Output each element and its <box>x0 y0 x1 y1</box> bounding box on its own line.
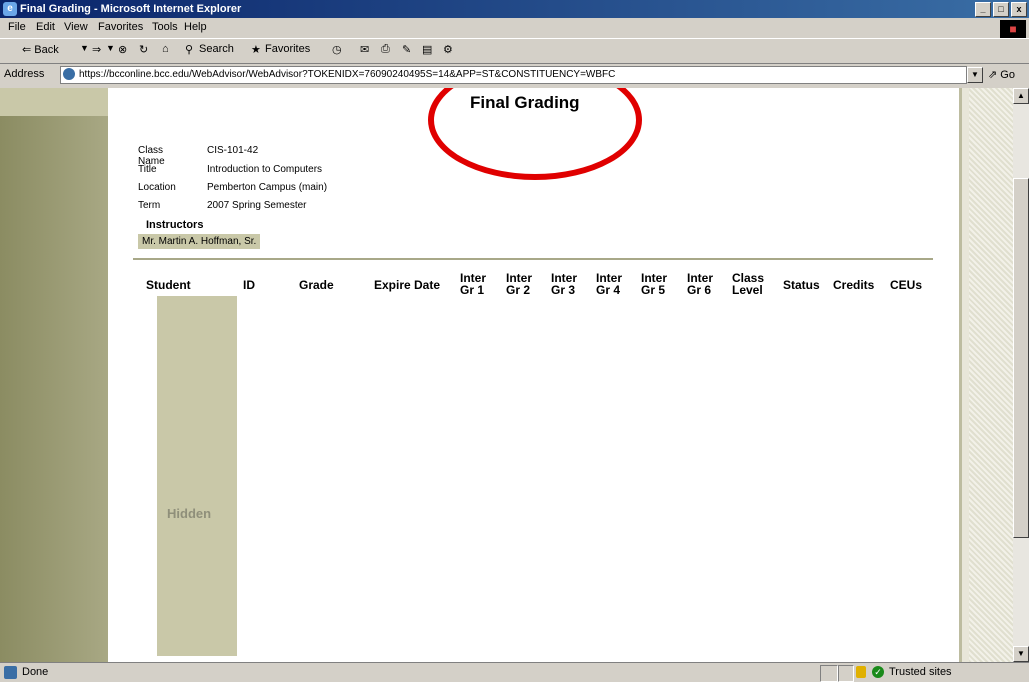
back-dropdown-icon[interactable]: ▼ <box>80 43 89 53</box>
address-label: Address <box>4 68 45 80</box>
menu-favorites[interactable]: Favorites <box>98 21 143 33</box>
menu-bar: File Edit View Favorites Tools Help <box>0 18 1029 39</box>
favorites-button[interactable]: Favorites <box>265 43 310 55</box>
minimize-button[interactable]: _ <box>975 2 991 17</box>
windows-logo-icon: ■ <box>1000 20 1026 38</box>
address-bar: Address https://bcconline.bcc.edu/WebAdv… <box>0 64 1029 86</box>
col-status: Status <box>783 278 820 292</box>
right-decorative-band <box>959 88 1013 662</box>
refresh-icon[interactable]: ↻ <box>139 43 148 56</box>
maximize-button[interactable]: □ <box>993 2 1009 17</box>
vertical-scrollbar[interactable]: ▲ ▼ <box>1013 88 1029 662</box>
instructor-name: Mr. Martin A. Hoffman, Sr. <box>138 234 261 249</box>
home-icon[interactable]: ⌂ <box>162 43 169 55</box>
mail-icon[interactable]: ✉ <box>360 43 369 56</box>
status-panel <box>820 665 838 682</box>
print-icon[interactable]: ⎙ <box>381 43 390 56</box>
col-student: Student <box>146 278 191 292</box>
ie-icon: e <box>3 2 17 16</box>
go-button[interactable]: ⇗ Go <box>988 68 1015 81</box>
col-grade: Grade <box>299 278 334 292</box>
col-inter-gr-3: Inter Gr 3 <box>551 271 578 297</box>
col-inter-gr-2: Inter Gr 2 <box>506 271 533 297</box>
go-label: Go <box>1000 69 1015 81</box>
col-expire-date: Expire Date <box>374 278 441 292</box>
menu-edit[interactable]: Edit <box>36 21 55 33</box>
zone-text: Trusted sites <box>889 666 952 678</box>
hidden-label: Hidden <box>167 506 212 521</box>
left-decorative-band <box>0 88 108 662</box>
address-input[interactable]: https://bcconline.bcc.edu/WebAdvisor/Web… <box>60 66 967 84</box>
hidden-redaction: Hidden <box>157 296 237 656</box>
trusted-zone-icon: ✓ <box>872 666 884 678</box>
favorites-icon[interactable]: ★ <box>251 43 261 56</box>
stop-icon[interactable]: ⊗ <box>118 43 127 56</box>
menu-view[interactable]: View <box>64 21 88 33</box>
scroll-down-icon[interactable]: ▼ <box>1013 646 1029 662</box>
scroll-up-icon[interactable]: ▲ <box>1013 88 1029 104</box>
back-button[interactable]: ⇐ Back <box>22 43 59 56</box>
title-bar: e Final Grading - Microsoft Internet Exp… <box>0 0 1029 18</box>
close-button[interactable]: x <box>1011 2 1027 17</box>
instructors-heading: Instructors <box>146 219 204 231</box>
messenger-icon[interactable]: ⚙ <box>443 43 453 56</box>
menu-file[interactable]: File <box>8 21 26 33</box>
col-inter-gr-1: Inter Gr 1 <box>460 271 487 297</box>
page-done-icon <box>4 666 17 679</box>
col-id: ID <box>243 278 255 292</box>
menu-tools[interactable]: Tools <box>152 21 178 33</box>
toolbar: ⇐ Back ▼ ⇒ ▼ ⊗ ↻ ⌂ ⚲ Search ★ Favorites … <box>0 39 1029 64</box>
page-icon <box>63 68 75 81</box>
history-icon[interactable]: ◷ <box>332 43 342 56</box>
search-icon[interactable]: ⚲ <box>185 43 193 56</box>
edit-icon[interactable]: ✎ <box>402 43 411 56</box>
forward-dropdown-icon[interactable]: ▼ <box>106 43 115 53</box>
search-button[interactable]: Search <box>199 43 234 55</box>
page-viewport: Final Grading Class Name CIS-101-42 Title… <box>0 88 1013 662</box>
divider <box>133 258 933 260</box>
status-panel <box>838 665 854 682</box>
col-ceus: CEUs <box>890 278 923 292</box>
discuss-icon[interactable]: ▤ <box>422 43 432 56</box>
scroll-thumb[interactable] <box>1013 178 1029 538</box>
go-arrow-icon: ⇗ <box>988 69 998 81</box>
window-title: Final Grading - Microsoft Internet Explo… <box>20 3 242 15</box>
col-class-level: Class Level <box>732 271 765 297</box>
col-inter-gr-4: Inter Gr 4 <box>596 271 623 297</box>
address-dropdown-icon[interactable]: ▼ <box>967 67 983 83</box>
status-text: Done <box>22 666 49 678</box>
col-credits: Credits <box>833 278 875 292</box>
address-url: https://bcconline.bcc.edu/WebAdvisor/Web… <box>79 69 616 80</box>
forward-button[interactable]: ⇒ <box>92 43 101 56</box>
menu-help[interactable]: Help <box>184 21 207 33</box>
lock-icon <box>856 666 866 678</box>
red-highlight-circle <box>428 88 642 180</box>
status-bar: Done ✓ Trusted sites <box>0 662 1029 682</box>
col-inter-gr-6: Inter Gr 6 <box>687 271 714 297</box>
col-inter-gr-5: Inter Gr 5 <box>641 271 668 297</box>
